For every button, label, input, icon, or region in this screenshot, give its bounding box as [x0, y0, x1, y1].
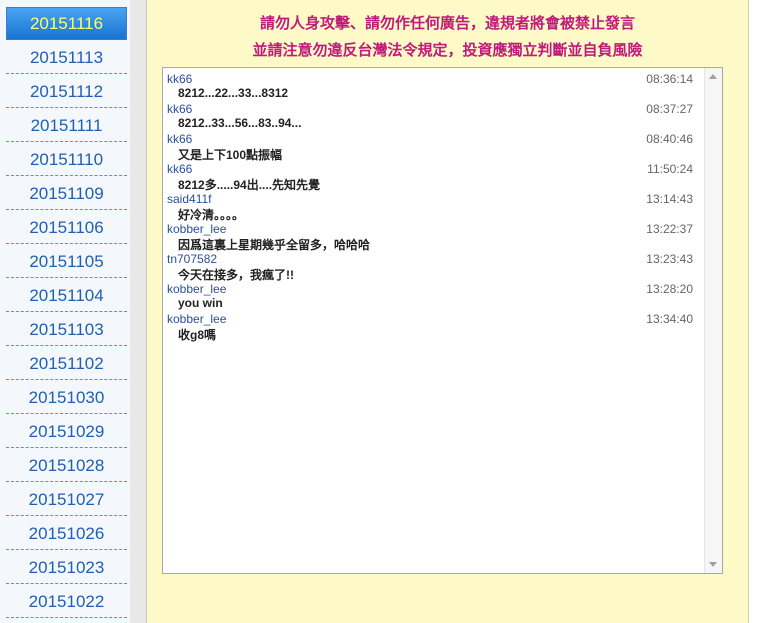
chat-message: kk66 08:37:27 8212..33...56...83..94... [167, 102, 693, 132]
sidebar-scrollbar[interactable] [130, 0, 147, 623]
date-link[interactable]: 20151027 [6, 483, 127, 516]
message-username: kobber_lee [167, 222, 227, 236]
chat-message: kk66 08:40:46 又是上下100點振幅 [167, 132, 693, 162]
chat-message: kk66 11:50:24 8212多.....94出....先知先覺 [167, 162, 693, 192]
page-margin [749, 0, 770, 623]
message-text: 8212...22...33...8312 [178, 86, 289, 100]
message-text: 8212..33...56...83..94... [178, 116, 302, 130]
date-link[interactable]: 20151113 [6, 41, 127, 74]
notice-line-2: 並請注意勿違反台灣法令規定，投資應獨立判斷並自負風險 [252, 41, 643, 59]
message-text: 因爲這裏上星期幾乎全留多，哈哈哈 [178, 238, 371, 252]
date-link[interactable]: 20151112 [6, 75, 127, 108]
date-link[interactable]: 20151028 [6, 449, 127, 482]
message-timestamp: 08:36:14 [646, 72, 693, 86]
message-username: kk66 [167, 162, 193, 176]
message-username: said411f [167, 192, 212, 206]
date-link[interactable]: 20151116 [6, 7, 127, 40]
message-timestamp: 13:23:43 [646, 252, 693, 266]
message-timestamp: 13:34:40 [646, 312, 693, 326]
message-text: 好冷清。。。。 [178, 208, 245, 222]
message-username: kobber_lee [167, 312, 227, 326]
chat-panel: 請勿人身攻擊、請勿作任何廣告，違規者將會被禁止發言 並請注意勿違反台灣法令規定，… [147, 0, 749, 623]
chat-message: kobber_lee 13:22:37 因爲這裏上星期幾乎全留多，哈哈哈 [167, 222, 693, 252]
message-text: 8212多.....94出....先知先覺 [178, 178, 321, 192]
notice-line-1: 請勿人身攻擊、請勿作任何廣告，違規者將會被禁止發言 [259, 14, 635, 32]
message-timestamp: 13:28:20 [646, 282, 693, 296]
chat-message: kk66 08:36:14 8212...22...33...8312 [167, 72, 693, 102]
date-link[interactable]: 20151103 [6, 313, 127, 346]
chat-messages-box[interactable]: kk66 08:36:14 8212...22...33...8312 kk66 08:… [162, 67, 723, 574]
scroll-up-icon[interactable] [709, 74, 717, 79]
date-link[interactable]: 20151106 [6, 211, 127, 244]
chat-message: said411f 13:14:43 好冷清。。。。 [167, 192, 693, 222]
chat-message: kobber_lee 13:34:40 收g8嗎 [167, 312, 693, 342]
date-link[interactable]: 20151023 [6, 551, 127, 584]
chat-message: kobber_lee 13:28:20 you win [167, 282, 693, 312]
message-text: 今天在接多，我瘋了!! [178, 268, 294, 282]
message-text: 收g8嗎 [178, 328, 217, 342]
scroll-down-icon[interactable] [709, 562, 717, 567]
chat-scrollbar[interactable] [704, 68, 722, 573]
message-timestamp: 08:37:27 [646, 102, 693, 116]
date-link[interactable]: 20151104 [6, 279, 127, 312]
date-link[interactable]: 20151102 [6, 347, 127, 380]
message-username: kk66 [167, 132, 193, 146]
message-username: kobber_lee [167, 282, 227, 296]
message-timestamp: 13:14:43 [646, 192, 693, 206]
message-text: you win [178, 296, 223, 310]
date-link[interactable]: 20151110 [6, 143, 127, 176]
message-timestamp: 08:40:46 [646, 132, 693, 146]
date-link[interactable]: 20151029 [6, 415, 127, 448]
message-username: kk66 [167, 102, 193, 116]
message-username: tn707582 [167, 252, 218, 266]
date-link[interactable]: 20151111 [6, 109, 127, 142]
date-link[interactable]: 20151030 [6, 381, 127, 414]
date-link[interactable]: 20151105 [6, 245, 127, 278]
message-username: kk66 [167, 72, 193, 86]
date-link[interactable]: 20151026 [6, 517, 127, 550]
date-sidebar: 20151116 20151113 20151112 20151111 20151110… [0, 0, 130, 623]
message-timestamp: 11:50:24 [647, 162, 693, 176]
message-text: 又是上下100點振幅 [178, 148, 283, 162]
message-timestamp: 13:22:37 [646, 222, 693, 236]
chat-message: tn707582 13:23:43 今天在接多，我瘋了!! [167, 252, 693, 282]
date-link[interactable]: 20151022 [6, 585, 127, 618]
date-link[interactable]: 20151109 [6, 177, 127, 210]
